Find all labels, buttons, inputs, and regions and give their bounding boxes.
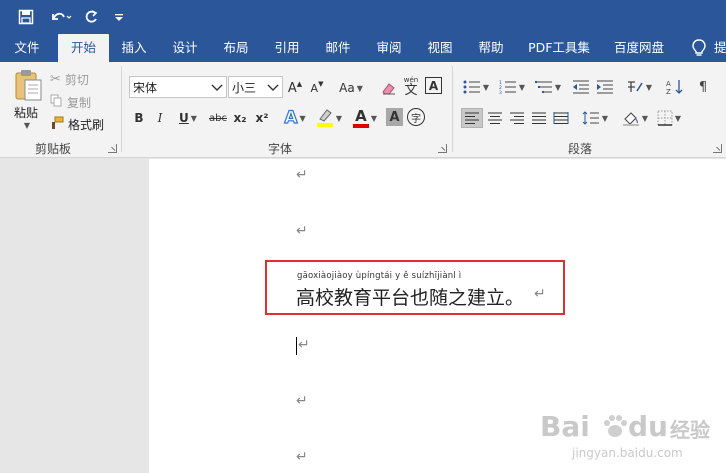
format-painter-button[interactable]: 格式刷 [50, 114, 110, 134]
increase-indent-icon[interactable] [594, 77, 616, 97]
line-spacing-icon[interactable]: ▼ [580, 108, 610, 128]
tab-baidu-netdisk[interactable]: 百度网盘 [607, 34, 671, 62]
font-size-chevron-down-icon [267, 80, 279, 94]
font-color-swatch: A [352, 108, 369, 128]
redo-icon[interactable] [80, 6, 102, 28]
ribbon-home: 粘贴 ▼ ✂ 剪切 复制 格式刷 剪贴板 宋体 小三 A ▲ A ▼ Aa ▼ … [0, 62, 726, 158]
tab-review[interactable]: 审阅 [368, 34, 410, 62]
decrease-indent-icon[interactable] [570, 77, 592, 97]
tab-insert[interactable]: 插入 [113, 34, 155, 62]
superscript-button[interactable]: x² [254, 108, 270, 128]
paragraph-mark: ↵ [296, 449, 308, 465]
svg-text:A: A [666, 80, 671, 88]
paragraph-launcher-icon[interactable] [713, 144, 722, 153]
paragraph-shading-icon[interactable]: ▼ [620, 108, 650, 128]
distributed-icon[interactable] [550, 108, 572, 128]
group-divider [452, 66, 453, 152]
numbering-icon[interactable]: 1 2 3 ▼ [496, 77, 528, 97]
align-center-icon[interactable] [484, 108, 506, 128]
paragraph-mark: ↵ [296, 167, 308, 183]
clear-formatting-icon[interactable] [380, 78, 398, 98]
italic-button[interactable]: I [153, 108, 167, 128]
subscript-button[interactable]: x₂ [232, 108, 248, 128]
show-paragraph-marks-icon[interactable]: ¶ [692, 77, 714, 97]
paragraph-mark: ↵ [298, 337, 310, 353]
tab-file[interactable]: 文件 [4, 34, 50, 62]
font-color-bar [352, 123, 369, 128]
strikethrough-button[interactable]: abc [206, 108, 230, 128]
tab-home[interactable]: 开始 [58, 34, 109, 62]
tell-me-lightbulb-icon[interactable] [688, 34, 710, 62]
font-color-button[interactable]: A ▼ [350, 106, 380, 130]
copy-icon [50, 94, 63, 110]
tab-references[interactable]: 引用 [266, 34, 308, 62]
shrink-font-button[interactable]: A ▼ [308, 78, 326, 98]
asian-layout-icon[interactable]: ▼ [624, 77, 654, 97]
pinyin-ruby-text: gāoxiàojiàoy ùpíngtái y ě suízhījiànl ì [297, 271, 462, 281]
sort-icon[interactable]: AZ [664, 77, 686, 97]
paw-logo-icon [602, 414, 628, 443]
baidu-jingyan-watermark: Bai du 经验 jingyan.baidu.com [540, 410, 710, 460]
borders-icon[interactable]: ▼ [654, 108, 684, 128]
tab-view[interactable]: 视图 [419, 34, 461, 62]
text-effects-button[interactable]: A ▼ [282, 106, 308, 130]
paste-button[interactable]: 粘贴 [8, 104, 44, 120]
clipboard-group-label: 剪贴板 [34, 142, 71, 156]
tab-pdf-tools[interactable]: PDF工具集 [523, 34, 595, 62]
paintbrush-icon [50, 116, 64, 133]
tab-layout[interactable]: 布局 [215, 34, 257, 62]
document-margin-area [0, 159, 149, 473]
tab-design[interactable]: 设计 [164, 34, 206, 62]
cut-button[interactable]: ✂ 剪切 [50, 69, 100, 89]
align-left-icon[interactable] [461, 108, 483, 128]
underline-button[interactable]: U ▼ [176, 108, 200, 128]
paragraph-mark: ↵ [534, 286, 546, 302]
undo-icon[interactable] [46, 6, 76, 28]
bullets-icon[interactable]: ▼ [460, 77, 492, 97]
document-sentence[interactable]: 高校教育平台也随之建立。 [296, 283, 524, 310]
tab-tell-me[interactable]: 提 [714, 34, 726, 62]
clipboard-launcher-icon[interactable] [108, 144, 117, 153]
paste-icon[interactable] [8, 66, 48, 104]
paste-dropdown-chevron-icon[interactable]: ▼ [20, 120, 32, 130]
highlight-color-button[interactable]: ▼ [315, 106, 343, 130]
svg-text:Z: Z [666, 88, 671, 95]
align-right-icon[interactable] [506, 108, 528, 128]
svg-text:3: 3 [499, 90, 502, 94]
justify-icon[interactable] [528, 108, 550, 128]
scissors-icon: ✂ [50, 71, 61, 87]
multilevel-list-icon[interactable]: ▼ [532, 77, 564, 97]
highlighter-icon [316, 107, 334, 130]
ribbon-tabs: 文件 开始 插入 设计 布局 引用 邮件 审阅 视图 帮助 PDF工具集 百度网… [0, 34, 726, 62]
paragraph-mark: ↵ [296, 223, 308, 239]
character-border-button[interactable]: A [425, 77, 442, 94]
font-name-chevron-down-icon [211, 80, 223, 94]
change-case-button[interactable]: Aa ▼ [336, 78, 366, 98]
text-cursor [296, 337, 297, 355]
phonetic-guide-button[interactable]: wén 文 [401, 74, 421, 100]
grow-font-button[interactable]: A ▲ [286, 78, 304, 98]
paragraph-mark: ↵ [296, 393, 308, 409]
font-group-label: 字体 [267, 142, 292, 156]
enclose-characters-button[interactable]: 字 [407, 108, 425, 126]
group-divider [121, 66, 122, 152]
customize-icon[interactable] [110, 6, 128, 28]
character-shading-button[interactable]: A [386, 108, 403, 126]
font-name-combo[interactable]: 宋体 [129, 76, 227, 98]
save-icon[interactable] [14, 6, 38, 28]
tab-help[interactable]: 帮助 [470, 34, 512, 62]
bold-button[interactable]: B [132, 108, 146, 128]
copy-button[interactable]: 复制 [50, 92, 100, 112]
tab-mailings[interactable]: 邮件 [317, 34, 359, 62]
font-launcher-icon[interactable] [438, 144, 447, 153]
font-size-combo[interactable]: 小三 [228, 76, 283, 98]
title-bar [0, 0, 726, 34]
paragraph-group-label: 段落 [567, 142, 592, 156]
